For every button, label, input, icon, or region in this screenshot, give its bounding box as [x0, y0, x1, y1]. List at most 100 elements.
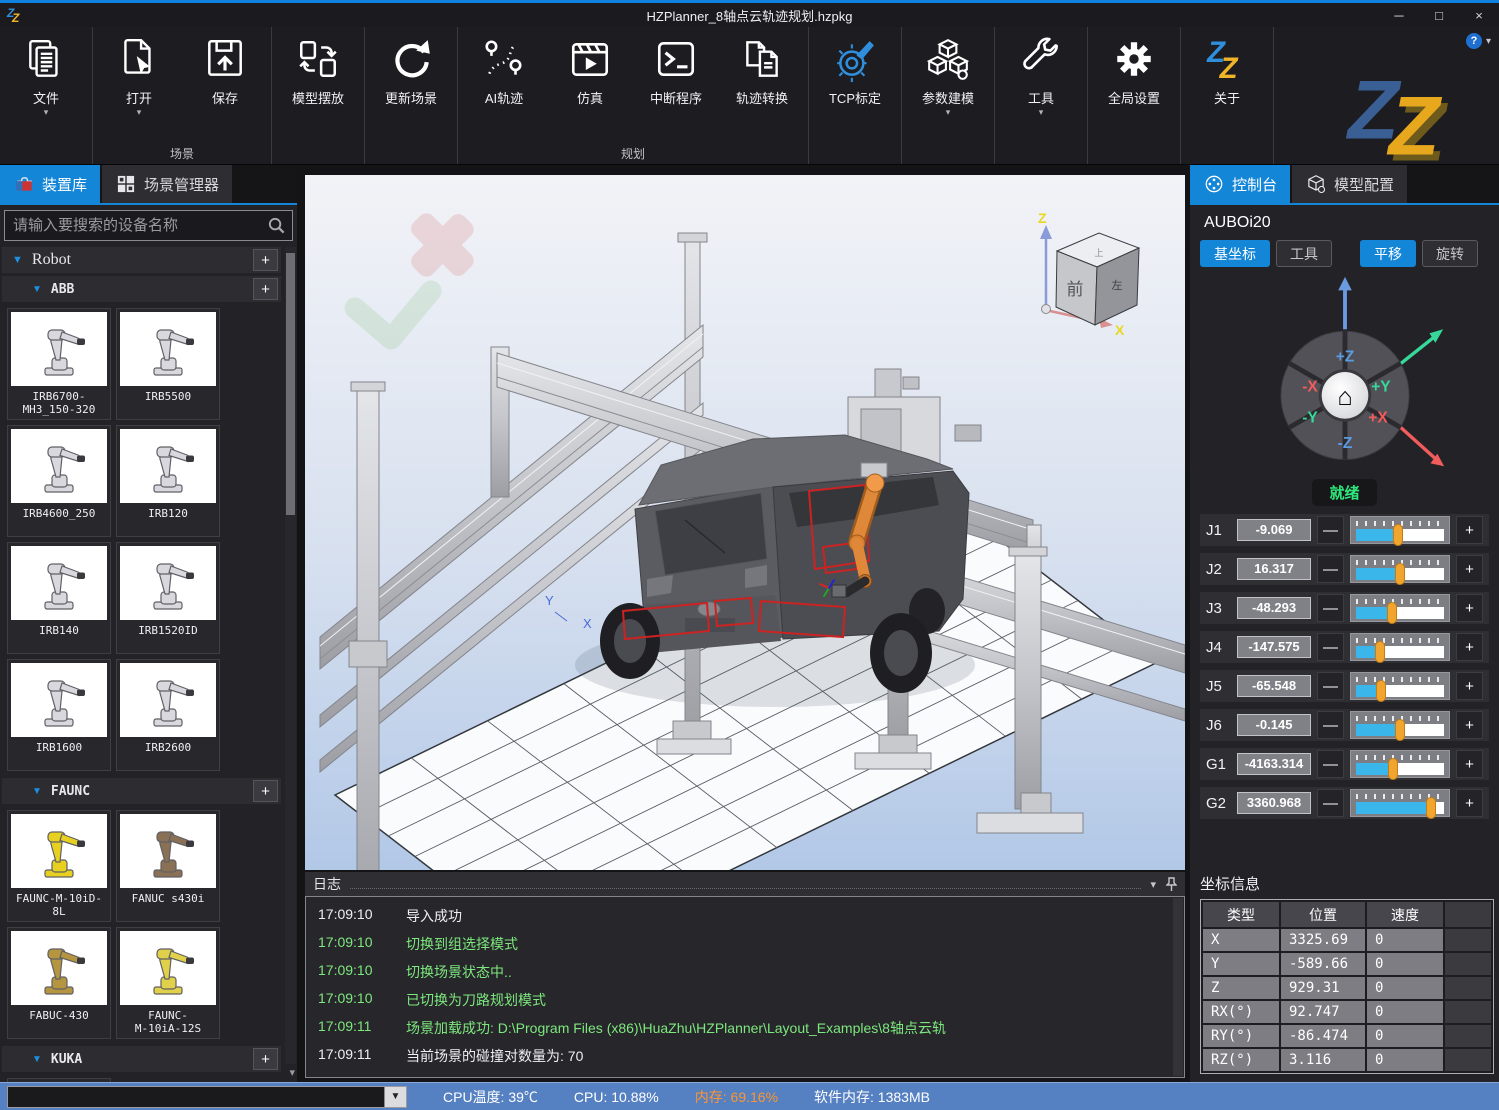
robot-card[interactable]: IRB1600 [7, 659, 111, 771]
joint-plus-button[interactable]: + [1456, 555, 1483, 583]
dropdown-arrow-icon[interactable]: ▼ [384, 1087, 406, 1107]
slider-handle-icon[interactable] [1387, 602, 1397, 624]
robot-card[interactable]: IRB120 [116, 425, 220, 537]
tab-scene-manager[interactable]: 场景管理器 [102, 165, 232, 203]
ribbon-settings-button[interactable]: 全局设置 [1091, 27, 1177, 145]
tree-node-abb[interactable]: ▼ ABB + [2, 276, 281, 302]
robot-card[interactable]: IRB6700- MH3_150-320 [7, 308, 111, 420]
joint-minus-button[interactable]: — [1317, 516, 1344, 544]
joint-plus-button[interactable]: + [1456, 594, 1483, 622]
expander-icon[interactable]: ▼ [32, 1054, 42, 1065]
ribbon-model-place-button[interactable]: 模型摆放 [275, 27, 361, 145]
pin-icon[interactable] [1166, 877, 1177, 892]
robot-card[interactable]: FAUNC-M-10iD-8L [7, 810, 111, 922]
search-input[interactable] [5, 211, 292, 240]
close-button[interactable]: × [1459, 8, 1499, 23]
jog-minus-y[interactable]: -Y [1302, 410, 1318, 427]
add-abb-button[interactable]: + [253, 278, 278, 300]
joint-slider[interactable] [1350, 594, 1450, 622]
search-icon[interactable] [267, 216, 286, 235]
slider-track[interactable] [1356, 685, 1444, 697]
joint-minus-button[interactable]: — [1317, 789, 1344, 817]
robot-card[interactable]: IRB4600_250 [7, 425, 111, 537]
expander-icon[interactable]: ▼ [12, 254, 23, 266]
jog-wheel[interactable]: +Z +Y +X -Z -Y -X ⌂ [1205, 271, 1485, 477]
base-frame-button[interactable]: 基坐标 [1200, 240, 1270, 267]
joint-plus-button[interactable]: + [1456, 789, 1483, 817]
tab-device-library[interactable]: 装置库 [0, 165, 100, 203]
slider-track[interactable] [1356, 763, 1444, 775]
jog-minus-x[interactable]: -X [1302, 378, 1318, 395]
joint-minus-button[interactable]: — [1317, 750, 1344, 778]
ribbon-param-button[interactable]: 参数建模▾ [905, 27, 991, 145]
expander-icon[interactable]: ▼ [32, 786, 42, 797]
log-header[interactable]: 日志 ▾ [305, 872, 1185, 896]
slider-handle-icon[interactable] [1375, 641, 1385, 663]
jog-plus-z[interactable]: +Z [1335, 348, 1354, 365]
joint-slider[interactable] [1350, 516, 1450, 544]
joint-minus-button[interactable]: — [1317, 672, 1344, 700]
scroll-down-icon[interactable]: ▾ [289, 1066, 295, 1079]
slider-handle-icon[interactable] [1393, 524, 1403, 546]
ribbon-tcp-button[interactable]: TCP标定 [812, 27, 898, 145]
translate-mode-button[interactable]: 平移 [1360, 240, 1416, 267]
slider-track[interactable] [1356, 802, 1444, 814]
ribbon-tools-button[interactable]: 工具▾ [998, 27, 1084, 145]
add-faunc-button[interactable]: + [253, 780, 278, 802]
slider-track[interactable] [1356, 607, 1444, 619]
ribbon-convert-button[interactable]: 轨迹转换 [719, 27, 805, 145]
ribbon-open-button[interactable]: 打开▾ [96, 27, 182, 145]
help-icon[interactable]: ? [1466, 33, 1482, 49]
slider-track[interactable] [1356, 568, 1444, 580]
log-scrollbar[interactable] [1173, 898, 1183, 1076]
robot-card[interactable]: IRB1520ID [116, 542, 220, 654]
maximize-button[interactable]: □ [1419, 8, 1459, 23]
jog-plus-y[interactable]: +Y [1371, 378, 1391, 395]
minimize-button[interactable]: ─ [1379, 8, 1419, 23]
joint-plus-button[interactable]: + [1456, 711, 1483, 739]
tree-node-kuka[interactable]: ▼ KUKA + [2, 1046, 281, 1072]
add-kuka-button[interactable]: + [253, 1048, 278, 1070]
tab-console[interactable]: 控制台 [1190, 165, 1290, 203]
joint-slider[interactable] [1350, 750, 1450, 778]
ribbon-simulate-button[interactable]: 仿真 [547, 27, 633, 145]
robot-card[interactable]: IRB5500 [116, 308, 220, 420]
joint-slider[interactable] [1350, 633, 1450, 661]
jog-minus-z[interactable]: -Z [1337, 435, 1352, 452]
tab-model-config[interactable]: 模型配置 [1292, 165, 1407, 203]
joint-slider[interactable] [1350, 672, 1450, 700]
slider-handle-icon[interactable] [1376, 680, 1386, 702]
joint-minus-button[interactable]: — [1317, 555, 1344, 583]
tree-node-faunc[interactable]: ▼ FAUNC + [2, 778, 281, 804]
status-dropdown[interactable]: ▼ [7, 1086, 407, 1108]
joint-plus-button[interactable]: + [1456, 633, 1483, 661]
ribbon-ai-path-button[interactable]: AI轨迹 [461, 27, 547, 145]
tree-scrollbar[interactable] [285, 247, 296, 1064]
robot-card[interactable]: IRB2600 [116, 659, 220, 771]
help-button[interactable]: ? ▾ [1466, 33, 1491, 49]
slider-handle-icon[interactable] [1388, 758, 1398, 780]
ribbon-files-button[interactable]: 文件▾ [3, 27, 89, 145]
slider-track[interactable] [1356, 646, 1444, 658]
viewport-3d-scene[interactable]: Y X 前 左 上 Z X [305, 175, 1185, 870]
rotate-mode-button[interactable]: 旋转 [1422, 240, 1478, 267]
joint-minus-button[interactable]: — [1317, 711, 1344, 739]
jog-plus-x[interactable]: +X [1368, 410, 1388, 427]
slider-track[interactable] [1356, 724, 1444, 736]
joint-plus-button[interactable]: + [1456, 516, 1483, 544]
joint-slider[interactable] [1350, 789, 1450, 817]
joint-slider[interactable] [1350, 711, 1450, 739]
slider-track[interactable] [1356, 529, 1444, 541]
slider-handle-icon[interactable] [1426, 797, 1436, 819]
joint-plus-button[interactable]: + [1456, 750, 1483, 778]
slider-handle-icon[interactable] [1395, 563, 1405, 585]
ribbon-about-button[interactable]: ZZ关于 [1184, 27, 1270, 145]
robot-card[interactable]: FANUC s430i [116, 810, 220, 922]
robot-card[interactable]: FAUNC- M-10iA-12S [116, 927, 220, 1039]
slider-handle-icon[interactable] [1395, 719, 1405, 741]
ribbon-interrupt-button[interactable]: 中断程序 [633, 27, 719, 145]
ribbon-save-button[interactable]: 保存 [182, 27, 268, 145]
joint-minus-button[interactable]: — [1317, 594, 1344, 622]
tool-frame-button[interactable]: 工具 [1276, 240, 1332, 267]
expander-icon[interactable]: ▼ [32, 284, 42, 295]
